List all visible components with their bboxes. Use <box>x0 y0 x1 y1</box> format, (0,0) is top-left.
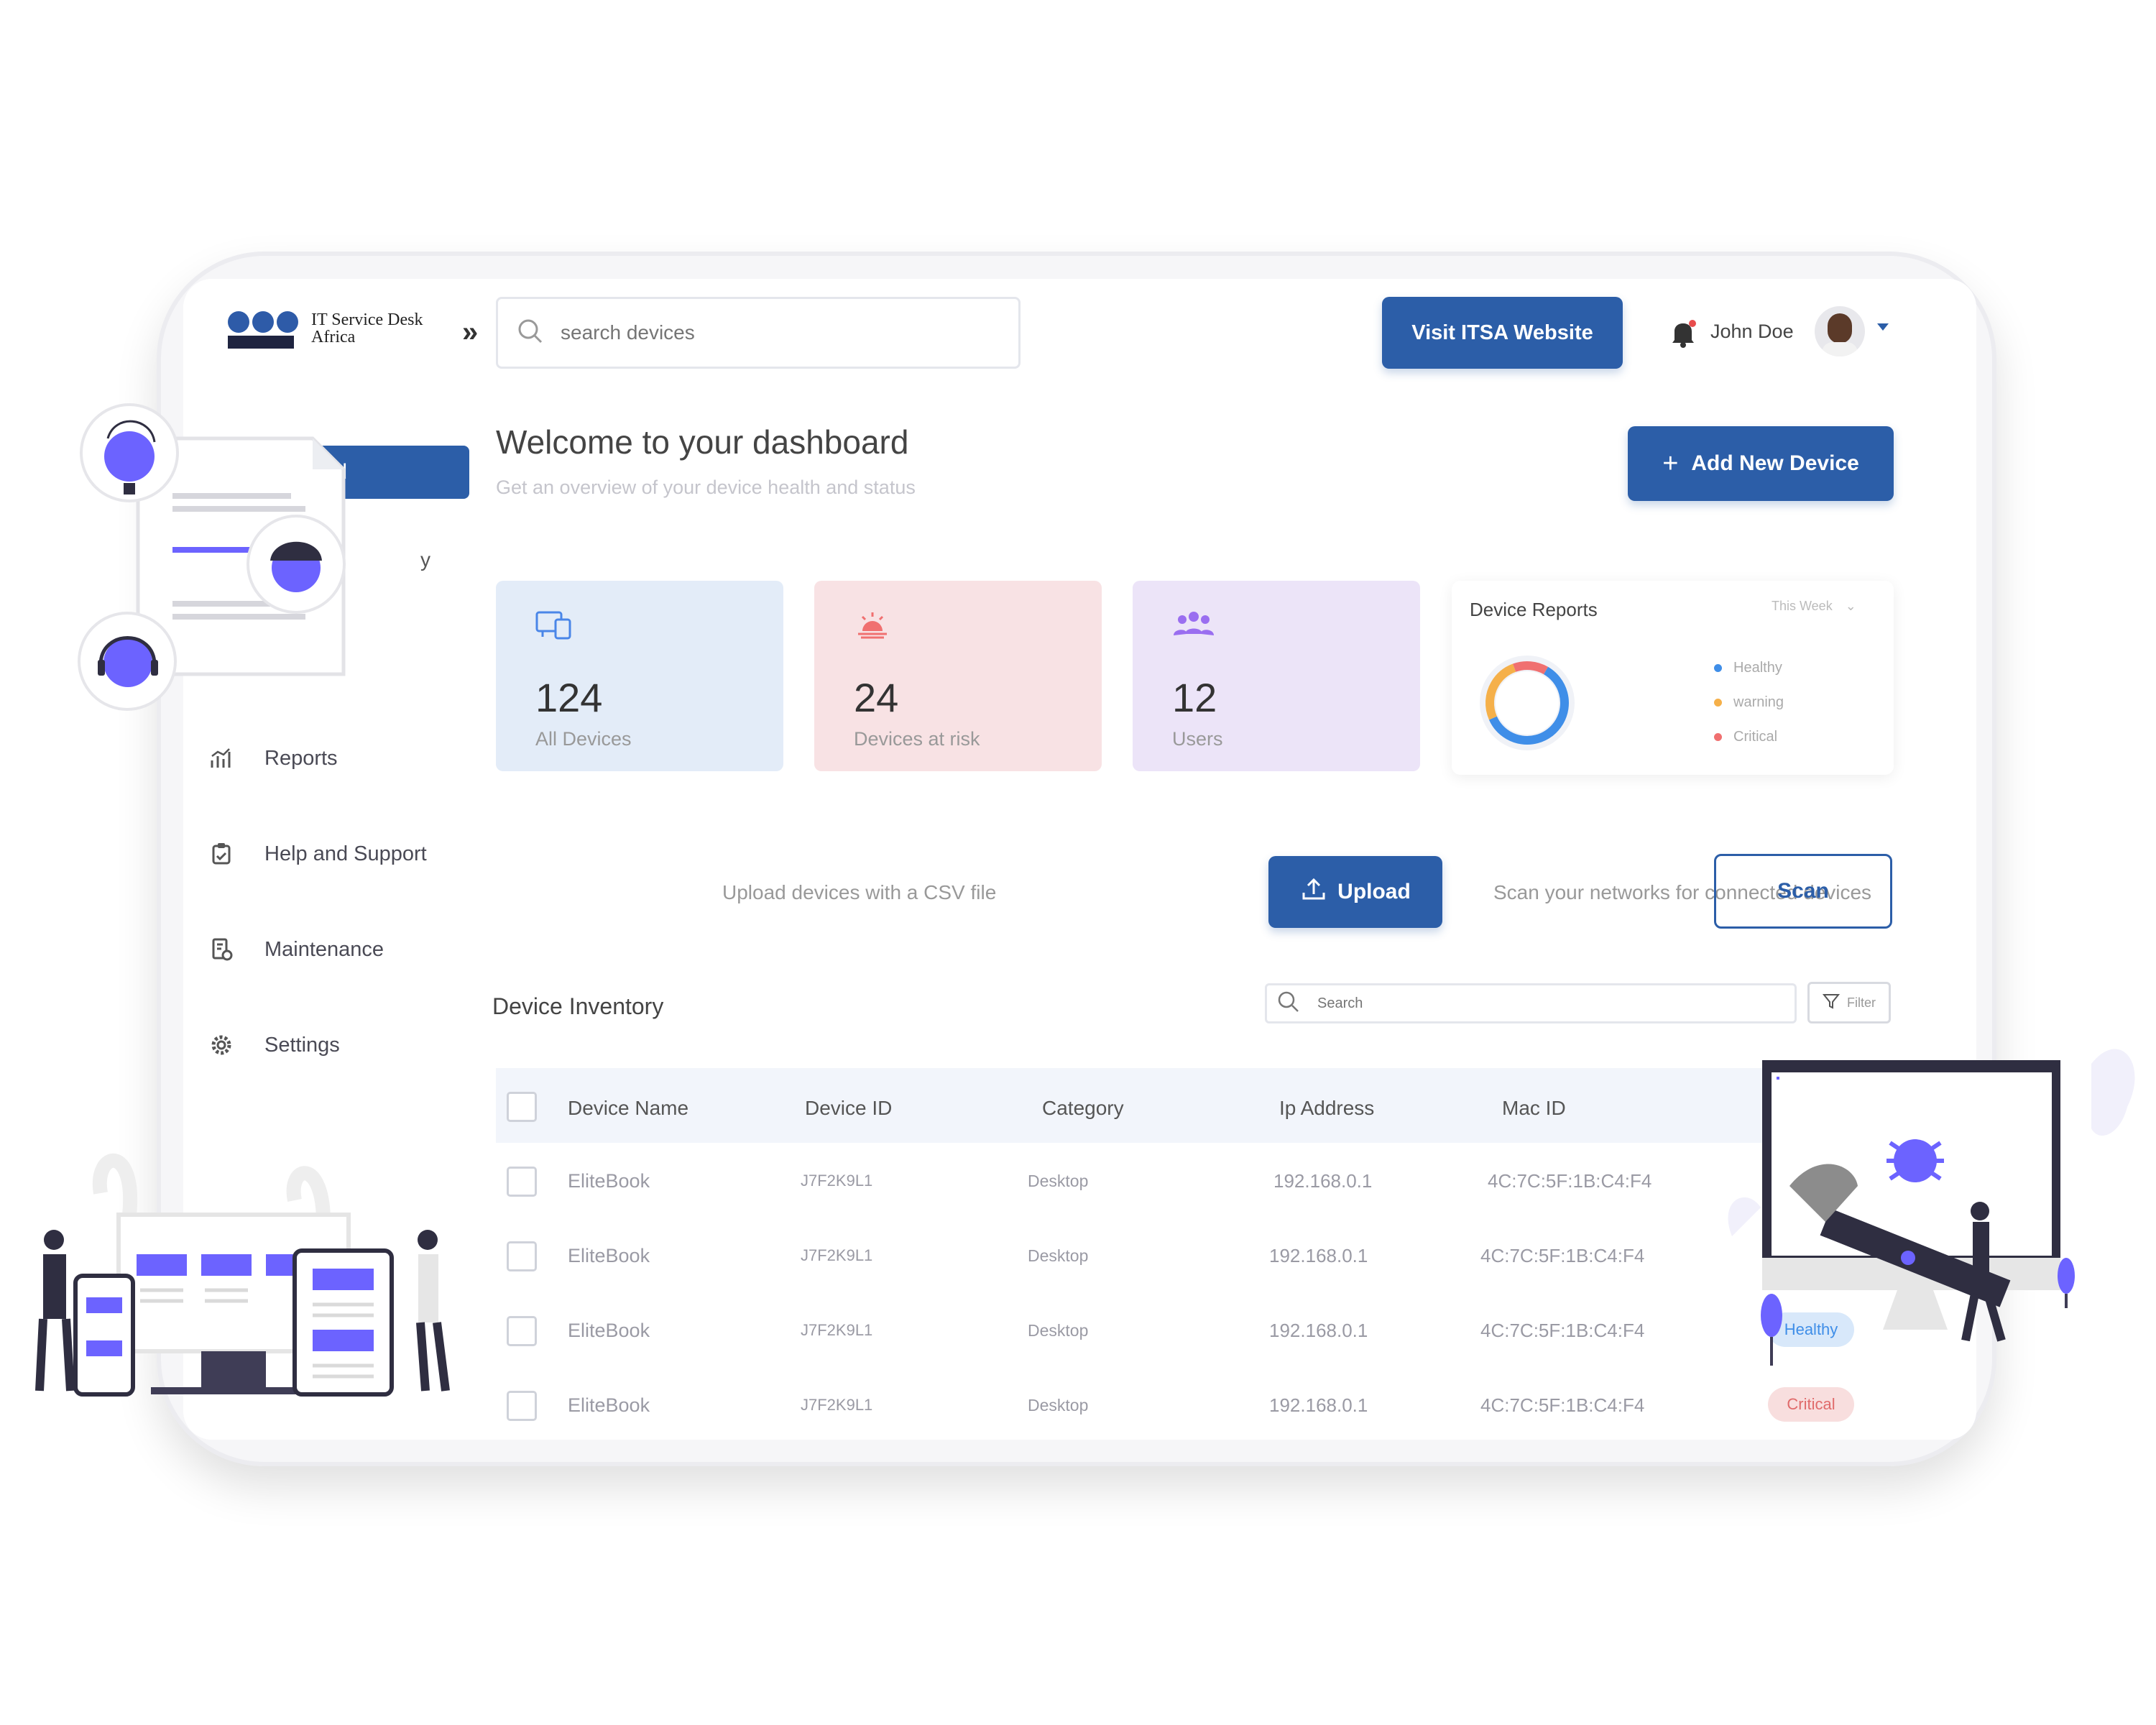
sidebar-item-label: Help and Support <box>264 842 427 865</box>
device-reports-card: Device Reports This Week ⌄ Healthy warni… <box>1452 581 1894 775</box>
row-checkbox[interactable] <box>507 1391 537 1421</box>
chevron-down-icon[interactable] <box>1877 323 1889 331</box>
brand-name-line2: Africa <box>311 328 356 346</box>
upload-hint: Upload devices with a CSV file <box>722 881 997 903</box>
users-icon <box>1172 610 1215 643</box>
brand-name-line1: IT Service Desk <box>311 310 423 329</box>
search-icon <box>1277 990 1300 1017</box>
inventory-search-input[interactable] <box>1316 994 1750 1013</box>
help-icon <box>208 841 234 867</box>
filter-icon <box>1822 993 1841 1013</box>
stat-card-all-devices[interactable]: 124 All Devices <box>496 581 783 771</box>
add-device-label: Add New Device <box>1691 451 1859 475</box>
avatar[interactable] <box>1815 306 1865 356</box>
filter-button[interactable]: Filter <box>1807 982 1891 1024</box>
page-subtitle: Get an overview of your device health an… <box>496 477 916 498</box>
sidebar-item-partial[interactable]: y <box>420 548 430 571</box>
sidebar-item-label: Settings <box>264 1033 340 1057</box>
row-checkbox[interactable] <box>507 1167 537 1197</box>
scan-button[interactable]: Scan <box>1714 854 1892 929</box>
sidebar-item-settings[interactable]: Settings <box>208 1024 482 1067</box>
stat-label: All Devices <box>535 728 632 750</box>
chevron-down-icon: ⌄ <box>1845 599 1856 613</box>
search-input[interactable] <box>559 321 964 345</box>
sidebar-item-maintenance[interactable]: Maintenance <box>208 928 482 971</box>
inventory-title: Device Inventory <box>492 993 664 1019</box>
stat-label: Devices at risk <box>854 728 980 750</box>
device-name: EliteBook <box>568 1320 650 1341</box>
column-header[interactable]: Ip Address <box>1279 1097 1374 1120</box>
table-row[interactable]: EliteBook J7F2K9L1 Desktop 192.168.0.1 4… <box>496 1367 1976 1440</box>
collapse-sidebar-icon[interactable]: » <box>462 316 478 349</box>
search-icon <box>516 317 545 349</box>
stat-value: 124 <box>535 675 603 720</box>
settings-icon <box>208 1032 234 1058</box>
device-category: Desktop <box>1028 1172 1089 1190</box>
search-devices-field[interactable] <box>496 297 1021 369</box>
device-id: J7F2K9L1 <box>801 1321 873 1339</box>
sidebar-item-reports[interactable]: Reports <box>208 737 482 780</box>
visit-website-button[interactable]: Visit ITSA Website <box>1382 297 1623 369</box>
inventory-search-field[interactable] <box>1265 983 1797 1024</box>
mac-id: 4C:7C:5F:1B:C4:F4 <box>1488 1170 1652 1192</box>
legend-critical: Critical <box>1714 729 1777 745</box>
device-id: J7F2K9L1 <box>801 1246 873 1264</box>
sidebar-item-label: Maintenance <box>264 937 384 961</box>
device-category: Desktop <box>1028 1321 1089 1340</box>
sidebar-item-help[interactable]: Help and Support <box>208 832 482 875</box>
device-category: Desktop <box>1028 1246 1089 1265</box>
stat-value: 24 <box>854 675 899 720</box>
column-header[interactable]: Device Name <box>568 1097 688 1120</box>
ip-address: 192.168.0.1 <box>1273 1170 1373 1192</box>
device-category: Desktop <box>1028 1396 1089 1414</box>
reports-donut-chart <box>1470 645 1585 764</box>
reports-title: Device Reports <box>1470 599 1598 620</box>
device-id: J7F2K9L1 <box>801 1172 873 1190</box>
row-checkbox[interactable] <box>507 1241 537 1271</box>
device-name: EliteBook <box>568 1394 650 1416</box>
team-devices-illustration <box>22 1150 482 1409</box>
legend-warning: warning <box>1714 694 1784 711</box>
alert-icon <box>854 610 891 643</box>
status-badge: Critical <box>1768 1387 1854 1422</box>
stat-card-users[interactable]: 12 Users <box>1133 581 1420 771</box>
column-header[interactable]: Mac ID <box>1502 1097 1566 1120</box>
upload-label: Upload <box>1337 880 1411 903</box>
column-header[interactable]: Category <box>1042 1097 1124 1120</box>
device-id: J7F2K9L1 <box>801 1396 873 1414</box>
select-all-checkbox[interactable] <box>507 1092 537 1122</box>
filter-label: Filter <box>1847 995 1876 1010</box>
ip-address: 192.168.0.1 <box>1269 1320 1368 1341</box>
column-header[interactable]: Device ID <box>805 1097 892 1120</box>
reports-icon <box>208 745 234 771</box>
stat-value: 12 <box>1172 675 1217 720</box>
stat-label: Users <box>1172 728 1223 750</box>
period-label: This Week <box>1772 599 1833 613</box>
mac-id: 4C:7C:5F:1B:C4:F4 <box>1480 1245 1645 1266</box>
add-device-button[interactable]: + Add New Device <box>1628 426 1894 501</box>
sidebar-item-label: Reports <box>264 746 338 770</box>
user-name[interactable]: John Doe <box>1710 321 1794 343</box>
brand-logo[interactable]: IT Service Desk Africa <box>228 311 423 349</box>
period-select[interactable]: This Week ⌄ <box>1772 599 1856 614</box>
devices-icon <box>535 610 573 643</box>
row-checkbox[interactable] <box>507 1316 537 1346</box>
maintenance-icon <box>208 937 234 962</box>
support-team-illustration <box>72 395 359 719</box>
device-name: EliteBook <box>568 1245 650 1266</box>
legend-healthy: Healthy <box>1714 660 1782 676</box>
mac-id: 4C:7C:5F:1B:C4:F4 <box>1480 1320 1645 1341</box>
ip-address: 192.168.0.1 <box>1269 1394 1368 1416</box>
bug-fix-illustration <box>1718 1021 2149 1366</box>
device-name: EliteBook <box>568 1170 650 1192</box>
upload-button[interactable]: Upload <box>1268 856 1442 928</box>
upload-icon <box>1300 875 1327 908</box>
plus-icon: + <box>1662 448 1679 479</box>
stat-card-devices-at-risk[interactable]: 24 Devices at risk <box>814 581 1102 771</box>
ip-address: 192.168.0.1 <box>1269 1245 1368 1266</box>
mac-id: 4C:7C:5F:1B:C4:F4 <box>1480 1394 1645 1416</box>
notification-bell-icon[interactable] <box>1669 318 1697 352</box>
page-title: Welcome to your dashboard <box>496 423 909 461</box>
